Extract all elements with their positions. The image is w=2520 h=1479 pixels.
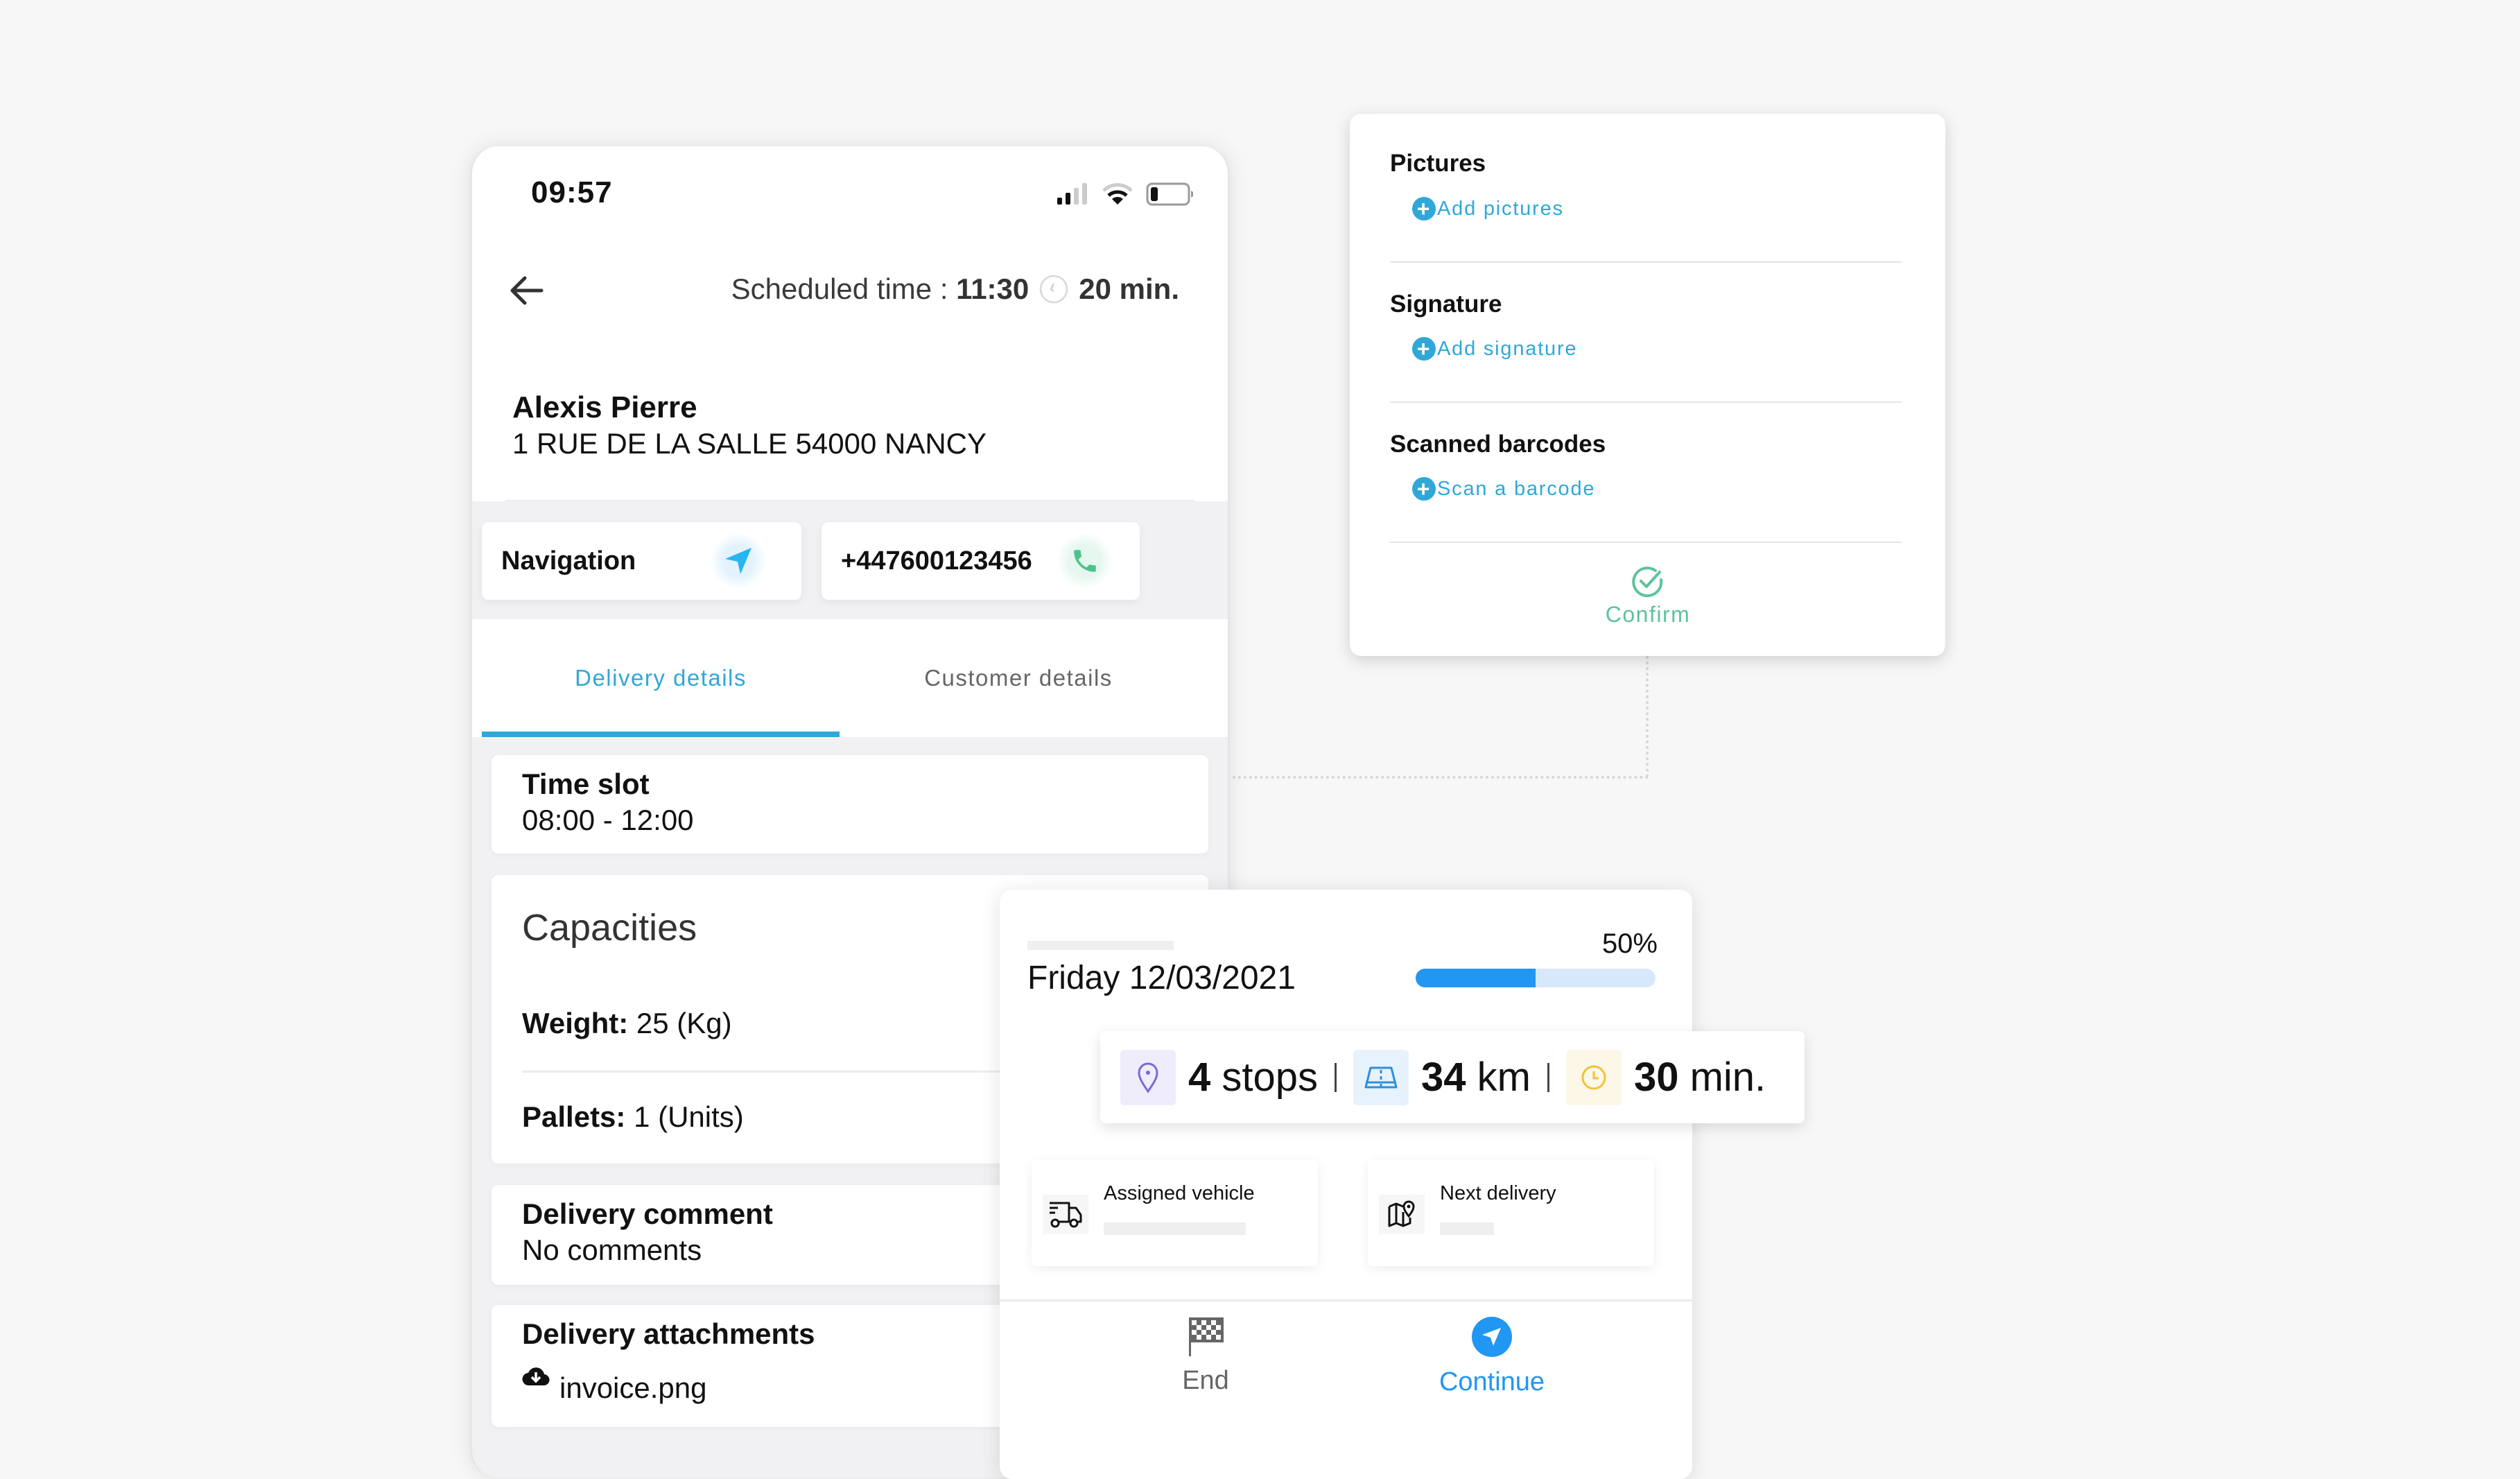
route-progress-bar	[1416, 969, 1656, 987]
duration: 20 min.	[1079, 273, 1179, 305]
assigned-vehicle-label: Assigned vehicle	[1104, 1182, 1255, 1204]
navigation-button[interactable]: Navigation	[482, 522, 801, 600]
tab-delivery-details[interactable]: Delivery details	[482, 619, 840, 737]
capacity-weight: Weight: 25 (Kg)	[522, 1007, 732, 1039]
delivery-header: 09:57 Scheduled time : 11:30 20 min. Ale…	[472, 146, 1228, 501]
scan-barcode-button[interactable]: + Scan a barcode	[1412, 477, 1595, 501]
check-circle-icon	[1632, 566, 1663, 598]
active-tab-indicator	[482, 732, 840, 737]
next-delivery-card[interactable]: Next delivery	[1368, 1160, 1654, 1266]
road-icon	[1353, 1049, 1409, 1105]
tab-customer-details[interactable]: Customer details	[840, 619, 1197, 737]
end-button[interactable]: End	[1136, 1316, 1275, 1396]
pictures-label: Pictures	[1390, 150, 1486, 177]
time-slot-value: 08:00 - 12:00	[522, 804, 694, 836]
plus-circle-icon: +	[1412, 477, 1436, 501]
time-stat: 30 min.	[1565, 1049, 1766, 1105]
call-button[interactable]: +447600123456	[822, 522, 1140, 600]
capacity-pallets: Pallets: 1 (Units)	[522, 1100, 744, 1133]
navigation-arrow-icon	[711, 533, 766, 589]
divider	[1000, 1299, 1692, 1301]
cloud-download-icon	[522, 1367, 550, 1386]
plus-circle-icon: +	[1412, 337, 1436, 361]
customer-address: 1 RUE DE LA SALLE 54000 NANCY	[512, 427, 987, 460]
location-pin-icon	[1120, 1049, 1176, 1105]
add-pictures-button[interactable]: + Add pictures	[1412, 197, 1564, 220]
status-time: 09:57	[531, 175, 613, 209]
back-arrow-icon[interactable]	[507, 271, 546, 310]
continue-label: Continue	[1439, 1367, 1545, 1396]
navigation-label: Navigation	[501, 546, 636, 576]
end-label: End	[1182, 1366, 1229, 1395]
route-summary-card: Friday 12/03/2021 50% Assigned vehicle N…	[1000, 890, 1692, 1479]
next-delivery-label: Next delivery	[1440, 1182, 1556, 1204]
time-slot-title: Time slot	[522, 768, 650, 800]
signal-icon	[1057, 183, 1087, 205]
confirm-label: Confirm	[1605, 602, 1691, 627]
customer-name: Alexis Pierre	[512, 390, 697, 424]
loading-placeholder	[1104, 1222, 1246, 1235]
scheduled-label: Scheduled time : 11:30	[731, 273, 1029, 305]
clock-icon	[1040, 275, 1068, 304]
route-stats-strip: 4 stops 34 km 30 min.	[1100, 1031, 1805, 1123]
comment-title: Delivery comment	[522, 1197, 773, 1230]
navigation-circle-icon	[1472, 1317, 1512, 1357]
loading-placeholder	[1027, 941, 1174, 950]
divider	[1390, 401, 1902, 403]
action-buttons: Navigation +447600123456	[472, 501, 1228, 619]
battery-icon	[1146, 182, 1193, 206]
distance-stat: 34 km	[1353, 1049, 1531, 1105]
truck-icon	[1043, 1195, 1088, 1234]
route-date: Friday 12/03/2021	[1027, 960, 1296, 996]
continue-button[interactable]: Continue	[1423, 1316, 1561, 1397]
clock-icon	[1565, 1049, 1622, 1105]
wifi-icon	[1102, 183, 1133, 205]
separator	[1335, 1062, 1337, 1092]
attachments-title: Delivery attachments	[522, 1317, 815, 1350]
connector-line-vertical	[1646, 656, 1649, 777]
plus-circle-icon: +	[1412, 197, 1436, 220]
connector-line-horizontal	[1227, 776, 1649, 779]
confirm-button[interactable]: Confirm	[1579, 564, 1717, 628]
separator	[1547, 1062, 1549, 1092]
comment-value: No comments	[522, 1234, 702, 1266]
phone-number: +447600123456	[841, 546, 1032, 576]
stops-stat: 4 stops	[1120, 1049, 1318, 1105]
scheduled-info: Scheduled time : 11:30 20 min.	[731, 273, 1179, 306]
add-signature-button[interactable]: + Add signature	[1412, 337, 1577, 361]
assigned-vehicle-card[interactable]: Assigned vehicle	[1032, 1160, 1318, 1266]
loading-placeholder	[1440, 1222, 1494, 1235]
checkered-flag-icon	[1189, 1317, 1224, 1356]
phone-icon	[1057, 533, 1113, 589]
progress-percent: 50%	[1601, 928, 1658, 959]
divider	[1390, 542, 1902, 543]
proof-of-delivery-panel: Pictures + Add pictures Signature + Add si…	[1350, 114, 1945, 656]
divider	[1390, 261, 1902, 263]
attachment-filename: invoice.png	[559, 1372, 707, 1404]
attachment-file[interactable]: invoice.png	[522, 1366, 706, 1405]
time-slot-card: Time slot 08:00 - 12:00	[492, 755, 1208, 854]
status-icons	[1056, 182, 1194, 206]
capacities-title: Capacities	[522, 907, 697, 949]
tab-bar: Delivery details Customer details	[472, 619, 1228, 737]
map-pin-icon	[1379, 1195, 1425, 1234]
signature-label: Signature	[1390, 291, 1502, 318]
progress-fill	[1416, 969, 1536, 987]
scanned-barcodes-label: Scanned barcodes	[1390, 431, 1606, 458]
